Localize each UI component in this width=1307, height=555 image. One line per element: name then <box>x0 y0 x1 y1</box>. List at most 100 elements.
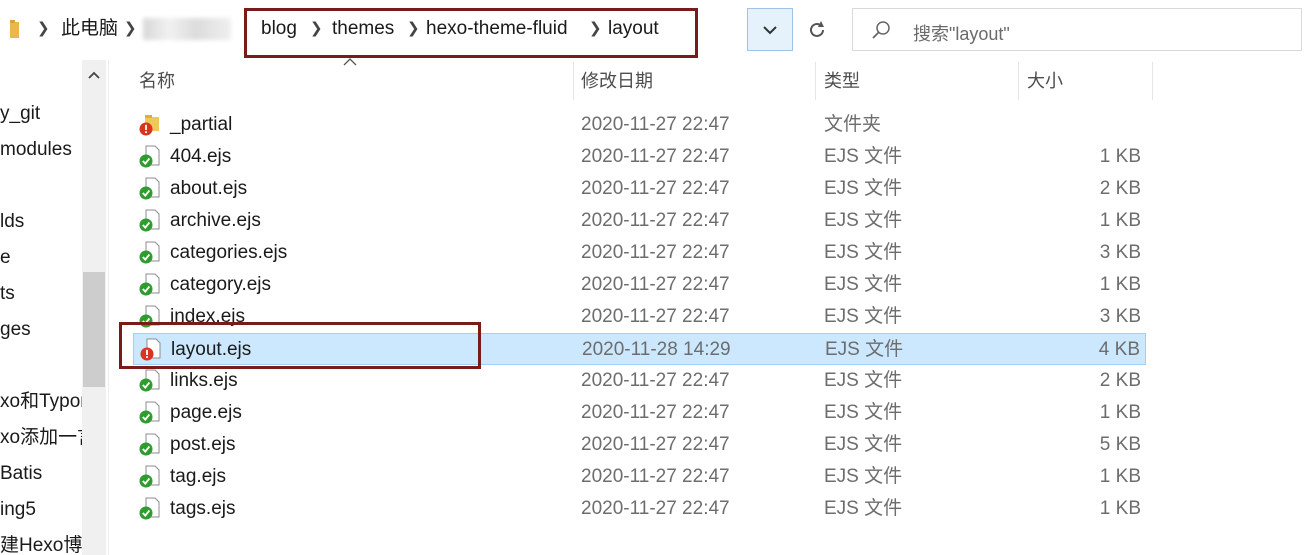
blurred-breadcrumb <box>143 18 231 40</box>
file-status-icon <box>139 177 160 200</box>
nav-item[interactable]: y_git <box>0 102 40 126</box>
file-row[interactable]: post.ejs 2020-11-27 22:47 EJS 文件 5 KB <box>133 429 1146 461</box>
file-name: tags.ejs <box>170 498 236 519</box>
breadcrumb-themes[interactable]: themes <box>332 17 394 41</box>
column-header-name[interactable]: 名称 <box>139 64 175 98</box>
breadcrumb-layout[interactable]: layout <box>608 17 659 41</box>
file-name: 404.ejs <box>170 146 232 167</box>
file-modified-date: 2020-11-27 22:47 <box>581 402 730 423</box>
nav-item[interactable]: Batis <box>0 462 42 486</box>
column-header-size[interactable]: 大小 <box>1027 64 1063 98</box>
file-row[interactable]: categories.ejs 2020-11-27 22:47 EJS 文件 3 KB <box>133 237 1146 269</box>
nav-item[interactable]: ges <box>0 318 31 342</box>
file-size: 4 KB <box>1098 339 1140 360</box>
file-size: 1 KB <box>1099 146 1141 167</box>
file-status-icon <box>139 433 160 456</box>
file-modified-date: 2020-11-27 22:47 <box>581 178 730 199</box>
file-size: 3 KB <box>1099 242 1141 263</box>
chevron-up-icon <box>88 71 100 79</box>
file-status-icon <box>139 369 160 392</box>
file-modified-date: 2020-11-27 22:47 <box>581 242 730 263</box>
nav-item[interactable]: xo和Typor <box>0 390 87 414</box>
file-row[interactable]: tag.ejs 2020-11-27 22:47 EJS 文件 1 KB <box>133 461 1146 493</box>
chevron-right-icon: ❯ <box>124 20 137 37</box>
column-divider[interactable] <box>573 62 574 100</box>
nav-item[interactable]: modules <box>0 138 72 162</box>
history-dropdown-button[interactable] <box>747 8 793 51</box>
file-name: about.ejs <box>170 178 248 199</box>
file-row[interactable]: index.ejs 2020-11-27 22:47 EJS 文件 3 KB <box>133 301 1146 333</box>
file-row[interactable]: archive.ejs 2020-11-27 22:47 EJS 文件 1 KB <box>133 205 1146 237</box>
file-modified-date: 2020-11-27 22:47 <box>581 146 730 167</box>
refresh-icon <box>810 21 824 37</box>
address-bar[interactable]: ❯ 此电脑 ❯ ❯ ❯ ❯ blog themes hexo-theme-flu… <box>0 0 795 58</box>
file-status-icon <box>139 241 160 264</box>
column-header-type[interactable]: 类型 <box>824 64 860 98</box>
refresh-button[interactable] <box>800 10 834 50</box>
file-modified-date: 2020-11-28 14:29 <box>582 339 731 360</box>
breadcrumb-root[interactable]: 此电脑 <box>61 17 118 41</box>
nav-item[interactable]: e <box>0 246 11 270</box>
file-status-icon <box>140 338 161 361</box>
file-row[interactable]: about.ejs 2020-11-27 22:47 EJS 文件 2 KB <box>133 173 1146 205</box>
column-header-date[interactable]: 修改日期 <box>581 64 653 98</box>
file-type: EJS 文件 <box>824 402 903 423</box>
file-size: 1 KB <box>1099 498 1141 519</box>
file-type: EJS 文件 <box>824 466 903 487</box>
file-status-icon <box>139 145 160 168</box>
breadcrumb-hexo-theme-fluid[interactable]: hexo-theme-fluid <box>426 17 568 41</box>
file-modified-date: 2020-11-27 22:47 <box>581 466 730 487</box>
file-type: EJS 文件 <box>824 146 903 167</box>
file-type: 文件夹 <box>824 114 882 135</box>
search-icon <box>872 21 890 39</box>
column-divider[interactable] <box>1152 62 1153 100</box>
file-type: EJS 文件 <box>824 242 903 263</box>
nav-item[interactable]: ing5 <box>0 498 36 522</box>
file-modified-date: 2020-11-27 22:47 <box>581 306 730 327</box>
file-size: 1 KB <box>1099 402 1141 423</box>
chevron-right-icon: ❯ <box>589 20 602 37</box>
file-size: 5 KB <box>1099 434 1141 455</box>
file-size: 1 KB <box>1099 210 1141 231</box>
file-status-icon <box>139 273 160 296</box>
file-size: 2 KB <box>1099 370 1141 391</box>
chevron-right-icon: ❯ <box>310 20 323 37</box>
file-type: EJS 文件 <box>825 339 904 360</box>
file-size: 1 KB <box>1099 274 1141 295</box>
column-divider[interactable] <box>1018 62 1019 100</box>
file-modified-date: 2020-11-27 22:47 <box>581 434 730 455</box>
file-row[interactable]: links.ejs 2020-11-27 22:47 EJS 文件 2 KB <box>133 365 1146 397</box>
nav-item[interactable]: lds <box>0 210 24 234</box>
file-row[interactable]: category.ejs 2020-11-27 22:47 EJS 文件 1 KB <box>133 269 1146 301</box>
file-type: EJS 文件 <box>824 178 903 199</box>
file-name: _partial <box>170 114 233 135</box>
file-modified-date: 2020-11-27 22:47 <box>581 370 730 391</box>
file-type: EJS 文件 <box>824 306 903 327</box>
file-name: categories.ejs <box>170 242 288 263</box>
file-name: links.ejs <box>170 370 238 391</box>
chevron-down-icon <box>763 25 777 34</box>
file-status-icon <box>139 465 160 488</box>
file-modified-date: 2020-11-27 22:47 <box>581 210 730 231</box>
file-size: 3 KB <box>1099 306 1141 327</box>
scroll-up-button[interactable] <box>82 60 106 90</box>
file-modified-date: 2020-11-27 22:47 <box>581 274 730 295</box>
breadcrumb-blog[interactable]: blog <box>261 17 297 41</box>
file-row[interactable]: tags.ejs 2020-11-27 22:47 EJS 文件 1 KB <box>133 493 1146 525</box>
scroll-thumb[interactable] <box>83 272 105 387</box>
file-row[interactable]: _partial 2020-11-27 22:47 文件夹 <box>133 109 1146 141</box>
file-status-icon <box>139 209 160 232</box>
nav-scrollbar[interactable] <box>82 60 106 555</box>
file-status-icon <box>139 401 160 424</box>
file-size: 1 KB <box>1099 466 1141 487</box>
file-type: EJS 文件 <box>824 370 903 391</box>
file-name: layout.ejs <box>171 339 252 360</box>
nav-item[interactable]: ts <box>0 282 15 306</box>
search-box[interactable]: 搜索"layout" <box>852 8 1302 51</box>
file-row-selected[interactable]: layout.ejs 2020-11-28 14:29 EJS 文件 4 KB <box>133 333 1146 365</box>
file-row[interactable]: 404.ejs 2020-11-27 22:47 EJS 文件 1 KB <box>133 141 1146 173</box>
file-name: category.ejs <box>170 274 272 295</box>
file-row[interactable]: page.ejs 2020-11-27 22:47 EJS 文件 1 KB <box>133 397 1146 429</box>
file-type: EJS 文件 <box>824 434 903 455</box>
column-divider[interactable] <box>815 62 816 100</box>
